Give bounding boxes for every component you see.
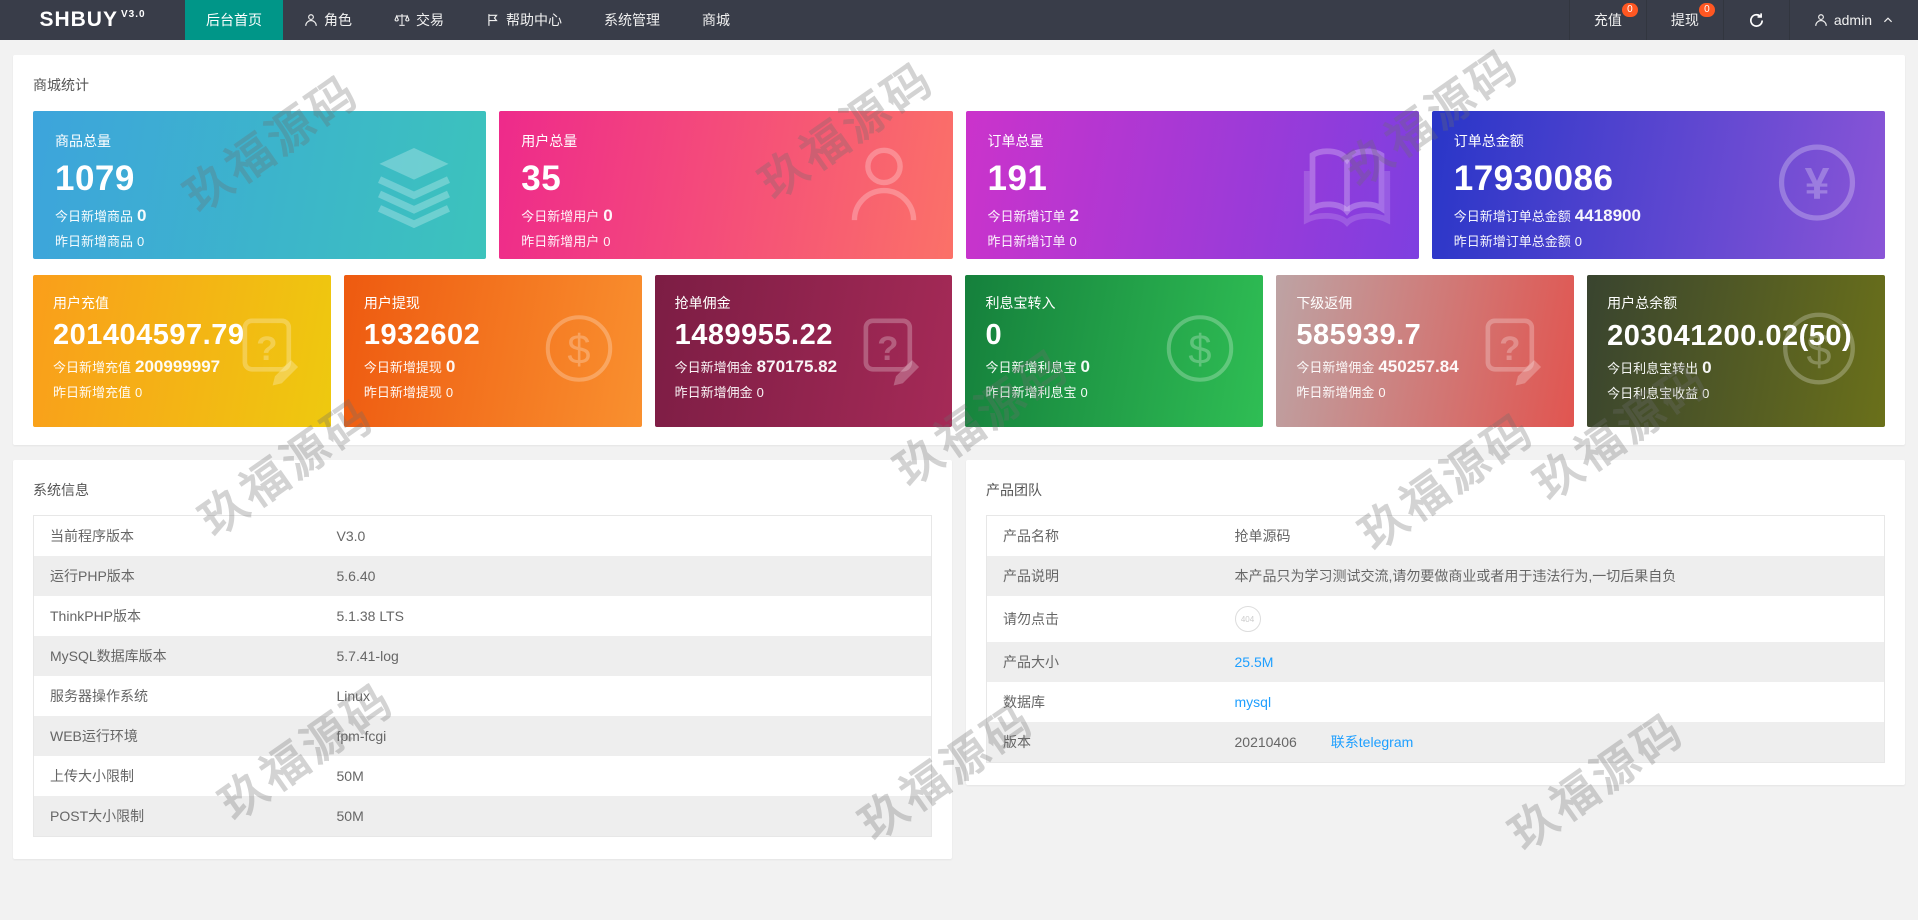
scales-icon <box>394 12 410 28</box>
edit-question-icon: ? <box>231 312 305 391</box>
table-row: WEB运行环境 fpm-fcgi <box>33 716 932 756</box>
dollar-circle-icon: $ <box>1163 312 1237 391</box>
user-menu[interactable]: admin <box>1788 0 1918 40</box>
table-row: 请勿点击 404 <box>987 596 1885 642</box>
table-row: 当前程序版本 V3.0 <box>50 528 366 544</box>
stat-card-users-total: 用户总量 35 今日新增用户 0 昨日新增用户 0 <box>499 111 953 259</box>
system-info-panel: 系统信息 当前程序版本 V3.0 运行PHP版本 5.6.40 ThinkPHP版本… <box>13 460 952 859</box>
product-size-link[interactable]: 25.5M <box>1235 654 1274 670</box>
stats-row-1: 商品总量 1079 今日新增商品 0 昨日新增商品 0 用户总量 35 今日新增用户… <box>33 111 1885 259</box>
withdraw-badge: 0 <box>1698 3 1715 17</box>
table-row: MySQL数据库版本 5.7.41-log <box>33 636 932 676</box>
refresh-icon <box>1748 12 1765 29</box>
stat-card-sub-rebate: 下级返佣 585939.7 今日新增佣金 450257.84 昨日新增佣金 0 ? <box>1276 275 1575 427</box>
stat-card-interest-in: 利息宝转入 0 今日新增利息宝 0 昨日新增利息宝 0 $ <box>965 275 1264 427</box>
nav-item-roles[interactable]: 角色 <box>283 0 373 40</box>
svg-text:$: $ <box>567 326 590 373</box>
chevron-up-icon <box>1882 14 1894 26</box>
top-navbar: SHBUY V3.0 后台首页 角色 交易 帮助中心 系统管理 商城 充值 0 … <box>0 0 1918 40</box>
dollar-circle-icon: $ <box>1779 309 1859 394</box>
svg-text:$: $ <box>1189 326 1212 373</box>
table-row: ThinkPHP版本 5.1.38 LTS <box>50 608 404 624</box>
dollar-circle-icon: $ <box>542 312 616 391</box>
logo-version: V3.0 <box>120 8 146 20</box>
app-logo: SHBUY V3.0 <box>0 0 185 40</box>
mall-stats-panel: 商城统计 商品总量 1079 今日新增商品 0 昨日新增商品 0 用户总量 35 今… <box>13 55 1905 445</box>
recharge-button[interactable]: 充值 0 <box>1568 0 1646 40</box>
table-row: 产品大小 25.5M <box>986 642 1885 682</box>
stats-panel-title: 商城统计 <box>33 77 89 93</box>
table-row: POST大小限制 50M <box>33 796 932 837</box>
nav-item-help-center[interactable]: 帮助中心 <box>465 0 583 40</box>
nav-item-dashboard[interactable]: 后台首页 <box>185 0 283 40</box>
table-row: 产品名称 抢单源码 <box>1003 528 1291 544</box>
svg-text:¥: ¥ <box>1805 159 1830 208</box>
svg-text:?: ? <box>1499 330 1520 368</box>
book-icon <box>1301 137 1393 234</box>
username: admin <box>1833 12 1872 28</box>
svg-text:$: $ <box>1806 324 1831 375</box>
main-menu: 后台首页 角色 交易 帮助中心 系统管理 商城 <box>185 0 751 40</box>
refresh-button[interactable] <box>1722 0 1789 40</box>
telegram-link[interactable]: 联系telegram <box>1331 734 1413 750</box>
database-link[interactable]: mysql <box>1235 694 1272 710</box>
edit-question-icon: ? <box>1474 312 1548 391</box>
nav-item-system[interactable]: 系统管理 <box>583 0 681 40</box>
stat-card-user-recharge: 用户充值 201404597.79 今日新增充值 200999997 昨日新增充值… <box>33 275 331 427</box>
table-row: 服务器操作系统 Linux <box>50 688 370 704</box>
stats-row-2: 用户充值 201404597.79 今日新增充值 200999997 昨日新增充值… <box>33 275 1885 427</box>
edit-question-icon: ? <box>852 312 926 391</box>
user-icon <box>1814 13 1828 27</box>
table-row: 数据库 mysql <box>1003 694 1272 710</box>
broken-image-404-badge: 404 <box>1234 606 1261 632</box>
stat-card-orders-total: 订单总量 191 今日新增订单 2 昨日新增订单 0 <box>965 111 1419 259</box>
svg-text:?: ? <box>878 330 899 368</box>
logo-text: SHBUY <box>39 8 118 31</box>
stat-card-user-balance: 用户总余额 203041200.02(50) 今日利息宝转出 0 今日利息宝收益 0… <box>1587 275 1885 427</box>
person-icon <box>841 140 927 231</box>
withdraw-button[interactable]: 提现 0 <box>1645 0 1723 40</box>
nav-item-trade[interactable]: 交易 <box>373 0 465 40</box>
table-row: 版本 20210406 联系telegram <box>986 722 1885 763</box>
table-row: 产品说明 本产品只为学习测试交流,请勿要做商业或者用于违法行为,一切后果自负 <box>986 556 1885 596</box>
navbar-right: 充值 0 提现 0 admin <box>1568 0 1918 40</box>
recharge-badge: 0 <box>1621 3 1638 17</box>
table-row: 运行PHP版本 5.6.40 <box>33 556 932 596</box>
product-team-panel: 产品团队 产品名称 抢单源码 产品说明 本产品只为学习测试交流,请勿要做商业或者用于… <box>966 460 1905 785</box>
stat-card-user-withdraw: 用户提现 1932602 今日新增提现 0 昨日新增提现 0 $ <box>343 275 642 427</box>
yen-circle-icon: ¥ <box>1775 141 1859 230</box>
stat-card-products-total: 商品总量 1079 今日新增商品 0 昨日新增商品 0 <box>33 111 487 259</box>
stat-card-order-amount: 订单总金额 17930086 今日新增订单总金额 4418900 昨日新增订单总金… <box>1431 111 1885 259</box>
stat-card-order-commission: 抢单佣金 1489955.22 今日新增佣金 870175.82 昨日新增佣金 0 … <box>654 275 953 427</box>
product-team-table: 产品名称 抢单源码 产品说明 本产品只为学习测试交流,请勿要做商业或者用于违法行为,… <box>986 515 1885 763</box>
system-info-title: 系统信息 <box>33 482 89 498</box>
flag-icon <box>486 13 500 27</box>
svg-text:?: ? <box>256 330 277 368</box>
layers-icon <box>368 137 460 234</box>
system-info-table: 当前程序版本 V3.0 运行PHP版本 5.6.40 ThinkPHP版本 5.1.3… <box>33 515 932 837</box>
user-icon <box>304 13 318 27</box>
product-team-title: 产品团队 <box>986 482 1042 498</box>
nav-item-mall[interactable]: 商城 <box>681 0 751 40</box>
table-row: 上传大小限制 50M <box>50 768 364 784</box>
